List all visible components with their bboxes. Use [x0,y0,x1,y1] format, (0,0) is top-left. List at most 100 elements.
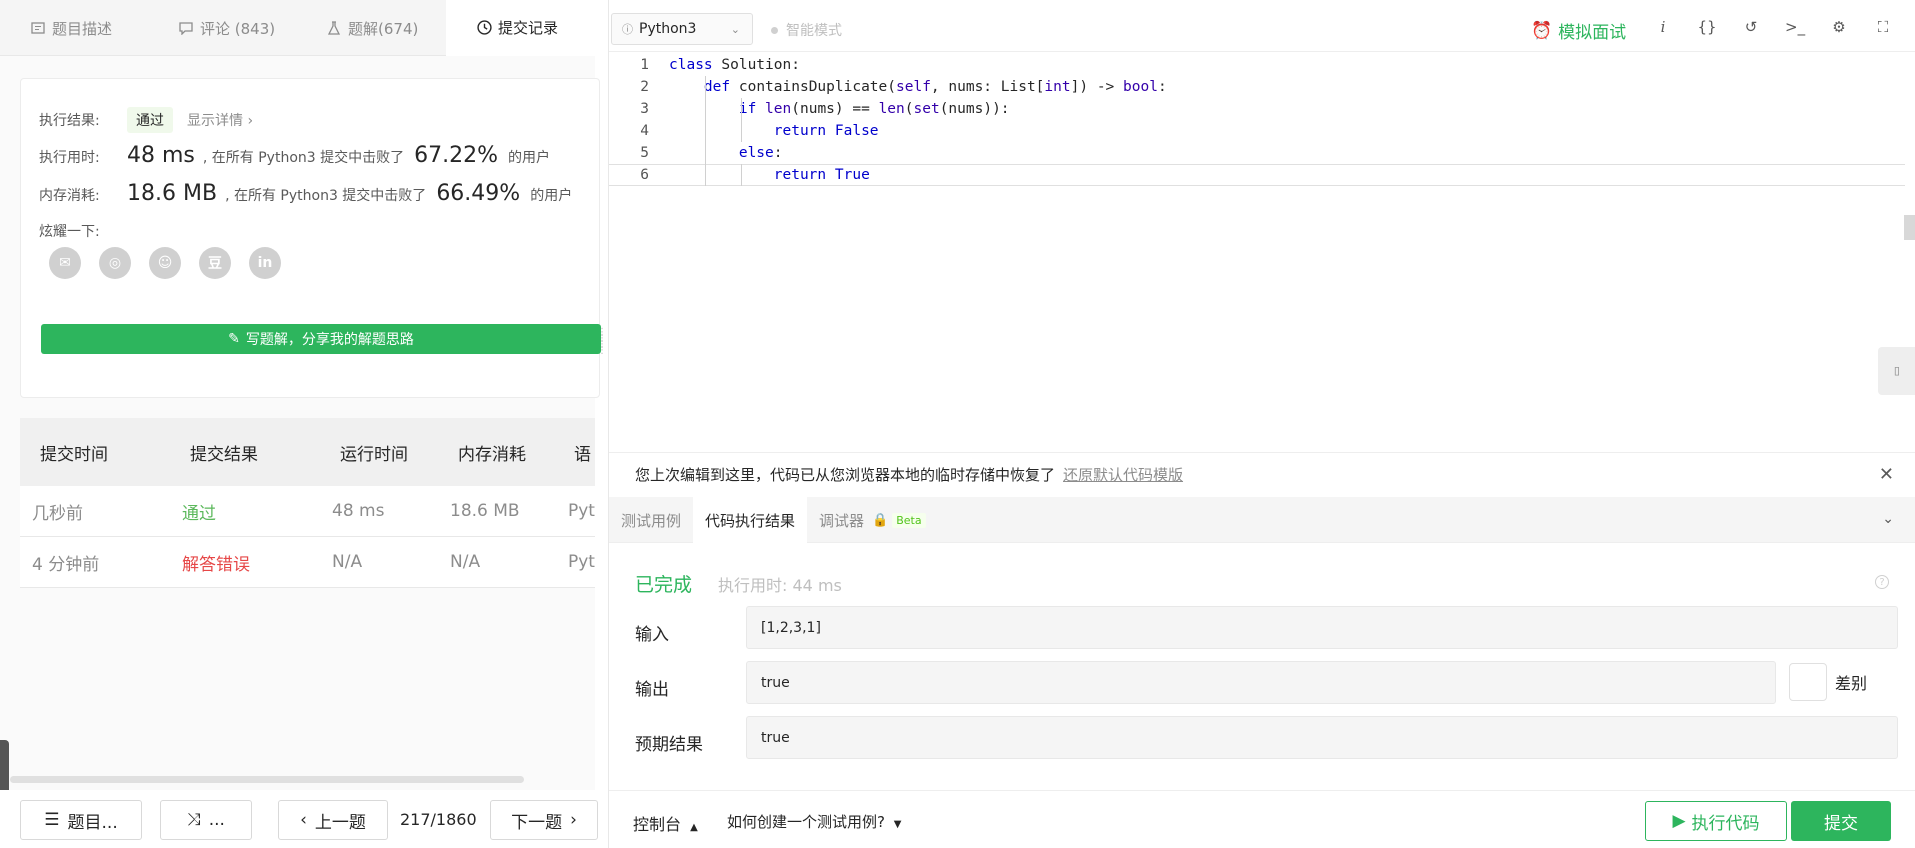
header-memory: 内存消耗 [458,444,526,465]
editor-bottom-bar: 控制台 ▲ 如何创建一个测试用例? ▼ ▶ 执行代码 提交 [609,790,1915,848]
write-solution-button[interactable]: ✎ 写题解，分享我的解题思路 [41,324,601,354]
help-icon[interactable]: ? [1875,575,1889,589]
code-text: return False [773,123,879,139]
status-row: 执行结果: 通过 显示详情 › [39,107,253,133]
horizontal-scrollbar[interactable] [10,776,524,783]
problem-list-button[interactable]: ☰ 题目... [20,800,142,840]
code-text: else: [738,145,783,161]
chevron-right-icon: › [570,810,577,830]
run-status-text: 已完成 [635,574,693,596]
code-line: 1 class Solution: [609,54,1905,76]
console-toggle[interactable]: 控制台 ▲ [633,811,698,835]
notes-side-button[interactable]: ▯ [1878,347,1915,395]
mock-interview-button[interactable]: ⏰ 模拟面试 [1531,18,1627,44]
share-icons: ✉ ◎ ☺ 豆 in [49,247,281,279]
tab-description[interactable]: 题目描述 [0,0,148,56]
cell-result[interactable]: 通过 [170,499,320,524]
runtime-label: 执行用时: [39,150,100,166]
output-box: true [746,661,1776,704]
share-row: 炫耀一下: [39,221,100,241]
chevron-down-icon[interactable]: ⌄ [1882,511,1894,527]
info-icon[interactable]: i [1653,18,1673,36]
left-panel: 题目描述 评论 (843) 题解(674) 提交记录 执行结果: 通过 显示详情… [0,0,608,848]
prev-problem-button[interactable]: ‹ 上一题 [278,800,388,840]
code-line: 2 def containsDuplicate(self, nums: List… [609,76,1905,98]
tab-label: 评论 (843) [200,19,276,38]
line-number: 5 [640,145,649,161]
terminal-icon[interactable]: >_ [1785,18,1805,36]
table-row[interactable]: 几秒前 通过 48 ms 18.6 MB Pyt [20,486,595,537]
cell-language: Pyt [568,501,595,521]
status-label: 执行结果: [39,113,100,129]
douban-icon[interactable]: 豆 [199,247,231,279]
reset-icon[interactable]: ↺ [1741,18,1761,36]
console-label: 控制台 [633,815,682,834]
editor-scrollbar[interactable] [1904,215,1915,240]
cell-time: 几秒前 [32,503,83,524]
show-details-link[interactable]: 显示详情 › [187,110,253,130]
status-badge: 通过 [127,107,173,133]
input-box: [1,2,3,1] [746,606,1898,649]
qq-icon[interactable]: ☺ [149,247,181,279]
smart-mode-toggle[interactable]: 智能模式 [771,20,842,40]
memory-desc: , 在所有 Python3 提交中击败了 [225,188,427,204]
tab-testcase[interactable]: 测试用例 [609,497,693,543]
editor-toolbar: ⓘ Python3 ⌄ 智能模式 ⏰ 模拟面试 i {} ↺ >_ ⚙ ⛶ [609,0,1915,52]
run-code-label: 执行代码 [1691,813,1760,834]
cell-runtime: 48 ms [332,501,385,521]
line-number: 1 [640,57,649,73]
smart-mode-label: 智能模式 [786,23,842,39]
cell-result[interactable]: 解答错误 [170,550,320,575]
code-text: def containsDuplicate(self, nums: List[i… [703,79,1167,95]
braces-icon[interactable]: {} [1697,18,1717,36]
cell-time: 4 分钟前 [32,554,100,575]
tab-submissions[interactable]: 提交记录 [446,0,595,56]
diff-switch[interactable] [1789,663,1827,701]
diff-toggle[interactable]: 差别 [1789,663,1867,701]
description-icon [30,20,46,36]
runtime-percentile: 67.22% [414,143,499,168]
code-line: 5 else: [609,142,1905,164]
fullscreen-icon[interactable]: ⛶ [1873,18,1893,36]
cell-memory: 18.6 MB [450,501,520,521]
tab-debugger[interactable]: 调试器 🔒 Beta [807,497,938,543]
gear-icon[interactable]: ⚙ [1829,18,1849,36]
restore-notice-text: 您上次编辑到这里，代码已从您浏览器本地的临时存储中恢复了 [635,466,1056,484]
run-code-button[interactable]: ▶ 执行代码 [1645,801,1787,841]
header-result: 提交结果 [190,444,258,465]
clock-icon [476,20,492,36]
howto-testcase-link[interactable]: 如何创建一个测试用例? ▼ [727,811,901,832]
wechat-icon[interactable]: ✉ [49,247,81,279]
share-label: 炫耀一下: [39,224,100,240]
code-editor[interactable]: 1 class Solution: 2 def containsDuplicat… [609,52,1915,442]
run-status: 已完成 执行用时: 44 ms [635,570,842,597]
linkedin-icon[interactable]: in [249,247,281,279]
panel-splitter[interactable]: ⋮ ⋮ ⋮ ⋮ [597,328,607,400]
output-label: 输出 [635,680,669,700]
list-icon: ☰ [44,810,60,830]
tab-comments[interactable]: 评论 (843) [148,0,296,56]
runtime-value: 48 ms [127,143,195,168]
language-value: Python3 [639,21,697,37]
table-row[interactable]: 4 分钟前 解答错误 N/A N/A Pyt [20,537,595,588]
mock-interview-label: 模拟面试 [1558,23,1627,43]
language-select[interactable]: ⓘ Python3 ⌄ [611,13,753,45]
restore-default-link[interactable]: 还原默认代码模版 [1063,464,1183,485]
result-tabs: 测试用例 代码执行结果 调试器 🔒 Beta ⌄ [609,497,1915,543]
random-label: ... [208,810,225,830]
submit-button[interactable]: 提交 [1791,801,1891,841]
line-number: 3 [640,101,649,117]
tab-run-result[interactable]: 代码执行结果 [693,497,808,543]
memory-label: 内存消耗: [39,188,100,204]
tab-solutions[interactable]: 题解(674) [296,0,446,56]
code-text: if len(nums) == len(set(nums)): [738,101,1010,117]
next-problem-button[interactable]: 下一题 › [490,800,598,840]
tab-label: 提交记录 [498,19,559,37]
memory-percentile: 66.49% [436,181,521,206]
close-icon[interactable]: ✕ [1879,464,1894,485]
restore-notice: 您上次编辑到这里，代码已从您浏览器本地的临时存储中恢复了 还原默认代码模版 ✕ [609,452,1915,496]
weibo-icon[interactable]: ◎ [99,247,131,279]
left-tabs: 题目描述 评论 (843) 题解(674) 提交记录 [0,0,595,56]
caret-down-icon: ▼ [893,819,902,830]
random-problem-button[interactable]: ⤨ ... [160,800,252,840]
